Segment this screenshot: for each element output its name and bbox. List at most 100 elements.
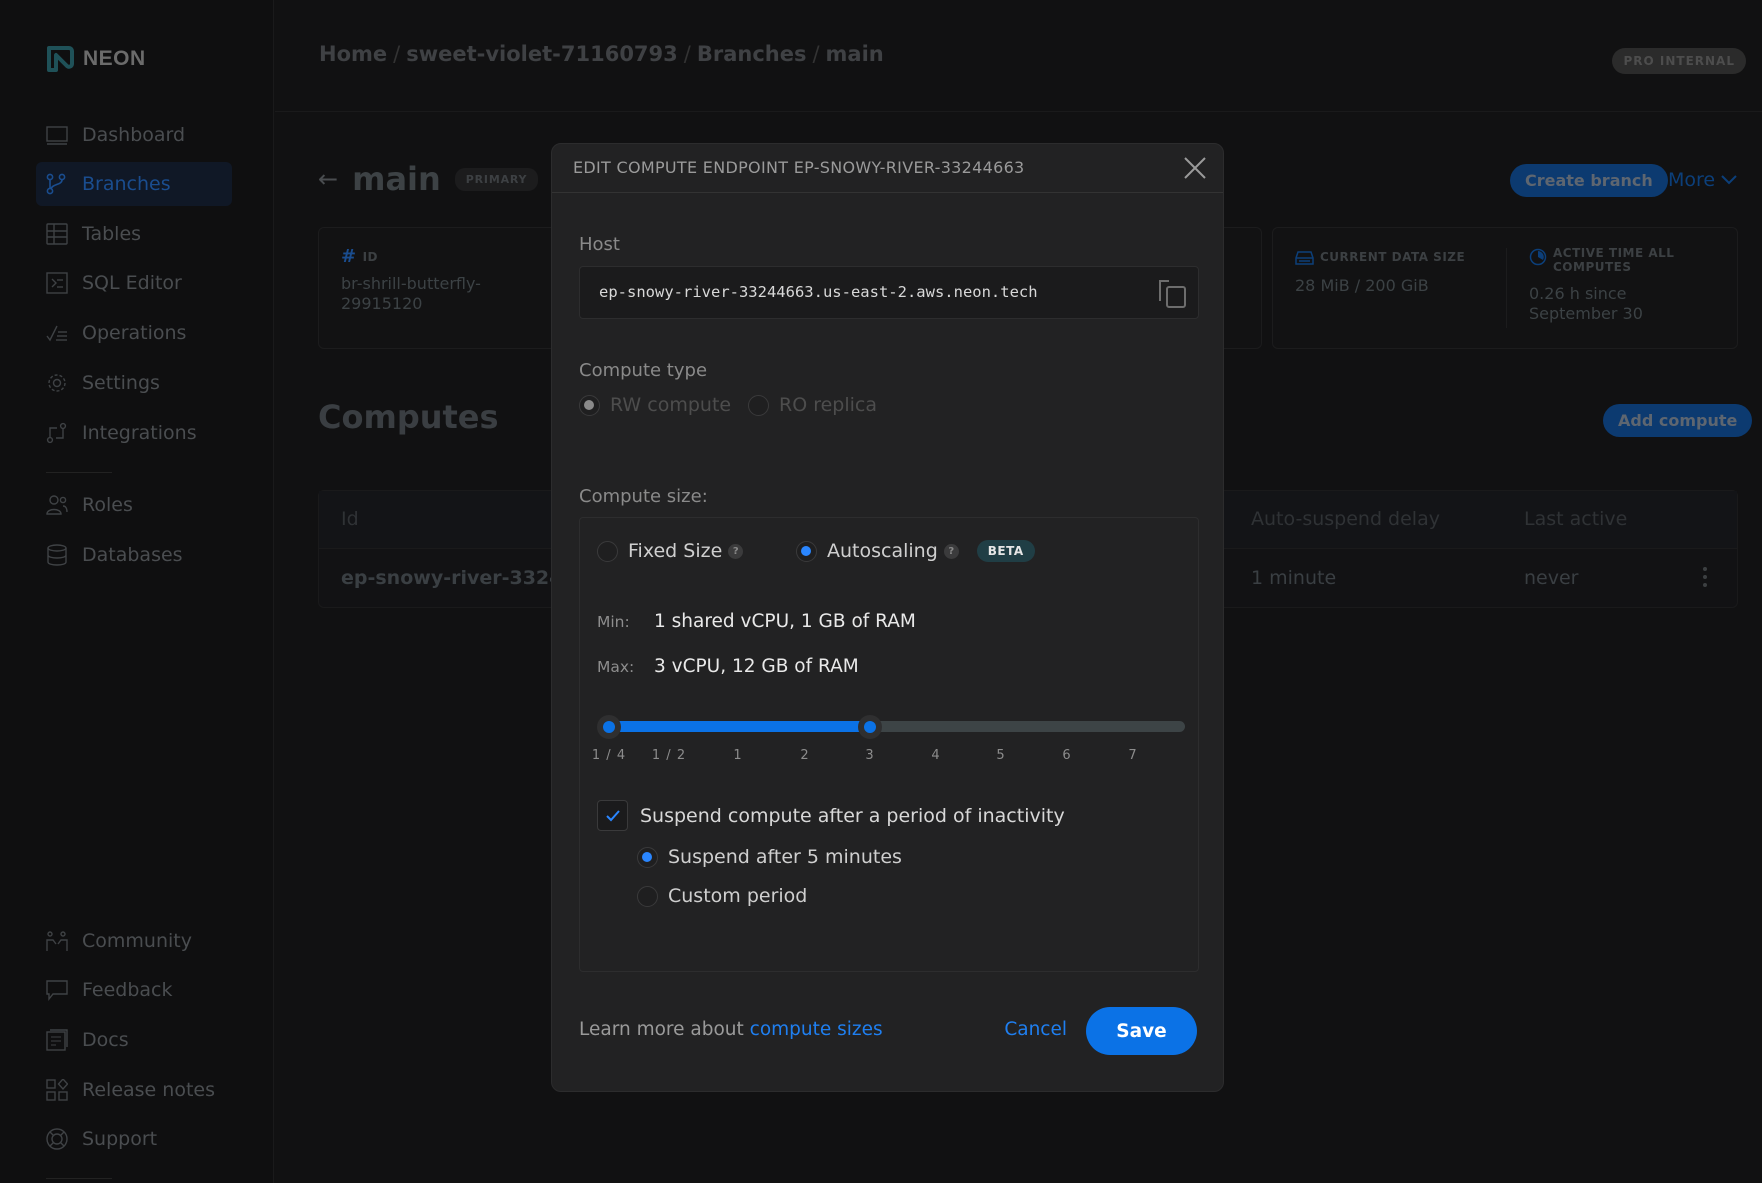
edit-compute-modal: EDIT COMPUTE ENDPOINT EP-SNOWY-RIVER-332… <box>551 143 1224 1092</box>
help-icon[interactable]: ? <box>943 543 959 559</box>
plan-badge: PRO INTERNAL <box>1612 48 1746 74</box>
radio-button[interactable] <box>597 540 618 562</box>
help-icon[interactable]: ? <box>728 543 744 559</box>
sidebar-item-integrations[interactable]: Integrations <box>36 411 232 455</box>
radio-custom-period[interactable]: Custom period <box>637 885 807 907</box>
sidebar-item-tables[interactable]: Tables <box>36 212 232 256</box>
sidebar-item-databases[interactable]: Databases <box>36 533 232 577</box>
neon-logo[interactable]: NEON <box>45 44 146 74</box>
sidebar-item-dashboard[interactable]: Dashboard <box>36 113 232 157</box>
suspend-checkbox[interactable] <box>597 800 628 831</box>
sidebar-item-release-notes[interactable]: Release notes <box>36 1068 232 1112</box>
branch-title: main <box>352 160 441 198</box>
copy-icon[interactable] <box>1156 277 1188 309</box>
more-dropdown[interactable]: More <box>1668 169 1737 191</box>
slider-tick-label: 1 / 2 <box>651 748 687 763</box>
breadcrumb-current: main <box>825 42 884 66</box>
sidebar-item-label: Feedback <box>82 979 173 1001</box>
release-notes-icon <box>46 1079 68 1101</box>
radio-label: Custom period <box>668 885 808 907</box>
sidebar-item-sql-editor[interactable]: SQL Editor <box>36 261 232 305</box>
sidebar-item-label: Dashboard <box>82 124 186 146</box>
slider-tick-label: 4 <box>931 748 941 763</box>
integrations-icon <box>46 422 67 444</box>
usage-card: CURRENT DATA SIZE 28 MiB / 200 GiB ACTIV… <box>1272 227 1738 349</box>
modal-footer: Learn more about compute sizes Cancel Sa… <box>579 1007 1197 1055</box>
breadcrumb-branches[interactable]: Branches <box>697 42 807 66</box>
slider-tick-label: 1 <box>733 748 743 763</box>
add-compute-button[interactable]: Add compute <box>1603 404 1753 437</box>
sidebar-item-feedback[interactable]: Feedback <box>36 968 232 1012</box>
clock-pie-icon <box>1529 248 1547 266</box>
slider-tick-label: 1 / 4 <box>591 748 627 763</box>
branch-id-card: # ID br-shrill-butterfly-29915120 <box>318 227 562 349</box>
operations-icon <box>46 325 67 342</box>
radio-label: RO replica <box>779 394 877 416</box>
radio-rw-compute[interactable]: RW compute <box>579 394 731 416</box>
last-active-cell: never <box>1524 567 1579 589</box>
compute-sizes-link[interactable]: compute sizes <box>750 1019 883 1040</box>
max-size-row: Max: 3 vCPU, 12 GB of RAM <box>597 656 859 677</box>
sidebar-item-community[interactable]: Community <box>36 919 232 963</box>
radio-button[interactable] <box>748 394 769 416</box>
sidebar-item-operations[interactable]: Operations <box>36 311 232 355</box>
host-label: Host <box>579 234 620 255</box>
slider-thumb-max[interactable] <box>858 715 882 739</box>
top-header: Home / sweet-violet-71160793/Branches / main… <box>275 0 1762 112</box>
modal-header: EDIT COMPUTE ENDPOINT EP-SNOWY-RIVER-332… <box>552 144 1223 193</box>
sidebar-item-docs[interactable]: Docs <box>36 1018 232 1062</box>
radio-ro-replica[interactable]: RO replica <box>748 394 877 416</box>
slider-tick-label: 5 <box>996 748 1006 763</box>
lifebuoy-icon <box>46 1128 68 1150</box>
breadcrumb-separator: / <box>683 42 691 66</box>
slider-thumb-min[interactable] <box>597 715 621 739</box>
sidebar-item-branches[interactable]: Branches <box>36 162 232 206</box>
docs-icon <box>46 1029 68 1051</box>
back-arrow-icon[interactable]: ← <box>318 165 338 193</box>
close-icon[interactable] <box>1181 154 1209 182</box>
computes-title: Computes <box>318 398 499 436</box>
slider-tick-label: 2 <box>800 748 810 763</box>
radio-autoscaling[interactable]: Autoscaling ? BETA <box>796 540 1035 562</box>
breadcrumb-home[interactable]: Home <box>319 42 387 66</box>
radio-suspend-5-minutes[interactable]: Suspend after 5 minutes <box>637 846 902 868</box>
suspend-checkbox-row[interactable]: Suspend compute after a period of inacti… <box>597 800 1065 831</box>
users-icon <box>46 495 68 515</box>
compute-size-range-slider[interactable]: 1 / 4 1 / 2 1 2 3 4 5 6 7 <box>592 708 1185 763</box>
breadcrumb-separator: / <box>812 42 820 66</box>
data-size-label: CURRENT DATA SIZE <box>1295 250 1495 266</box>
compute-type-label: Compute type <box>579 360 708 381</box>
radio-button[interactable] <box>637 885 658 907</box>
radio-fixed-size[interactable]: Fixed Size ? <box>597 540 744 562</box>
min-value: 1 shared vCPU, 1 GB of RAM <box>654 611 916 632</box>
beta-badge: BETA <box>976 540 1035 562</box>
create-branch-button[interactable]: Create branch <box>1510 164 1668 197</box>
sidebar-divider <box>46 472 112 473</box>
row-menu-icon[interactable] <box>1703 567 1709 587</box>
slider-tick-label: 3 <box>865 748 875 763</box>
database-icon <box>47 544 67 566</box>
sidebar-item-support[interactable]: Support <box>36 1117 232 1161</box>
compute-size-label: Compute size: <box>579 486 708 507</box>
sidebar-item-label: SQL Editor <box>82 272 182 294</box>
active-time-value: 0.26 h since September 30 <box>1529 284 1643 323</box>
radio-button[interactable] <box>796 540 817 562</box>
sidebar-item-label: Settings <box>82 372 160 394</box>
sidebar-item-settings[interactable]: Settings <box>36 361 232 405</box>
radio-button[interactable] <box>637 846 658 868</box>
max-label: Max: <box>597 658 635 676</box>
radio-button[interactable] <box>579 394 600 416</box>
host-field[interactable]: ep-snowy-river-33244663.us-east-2.aws.ne… <box>579 266 1199 319</box>
save-button[interactable]: Save <box>1086 1007 1197 1055</box>
sidebar-divider <box>46 1178 112 1179</box>
terminal-icon <box>46 272 68 294</box>
cancel-button[interactable]: Cancel <box>1004 1019 1067 1040</box>
id-label: # ID <box>341 246 379 267</box>
sidebar-item-label: Operations <box>82 322 187 344</box>
sidebar-item-label: Support <box>82 1128 158 1150</box>
sidebar-item-roles[interactable]: Roles <box>36 483 232 527</box>
sidebar-item-label: Roles <box>82 494 133 516</box>
column-header-auto-suspend: Auto-suspend delay <box>1251 508 1440 530</box>
breadcrumb-project[interactable]: sweet-violet-71160793 <box>406 42 678 66</box>
sidebar-item-label: Integrations <box>82 422 197 444</box>
